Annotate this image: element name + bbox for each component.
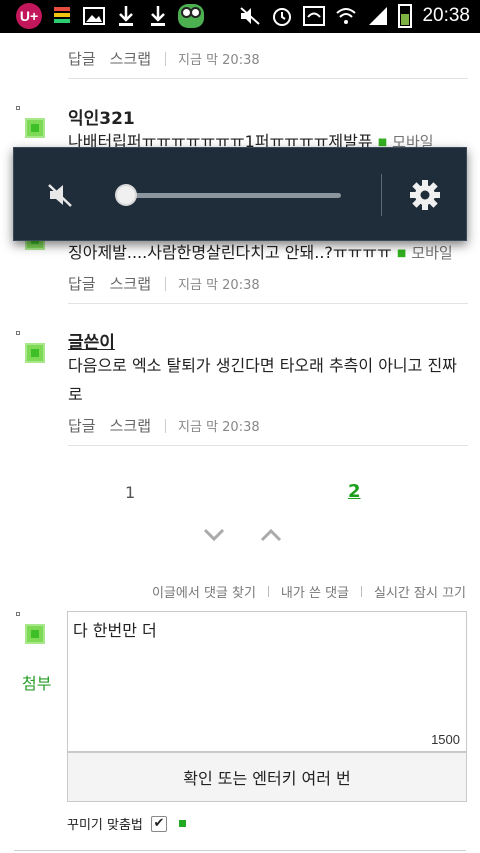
scrap-button[interactable]: 스크랩 xyxy=(110,415,151,436)
attach-button[interactable]: 첨부 xyxy=(22,670,51,694)
volume-slider-thumb[interactable] xyxy=(116,186,135,204)
mute-icon xyxy=(238,3,262,29)
reply-button[interactable]: 답글 xyxy=(68,48,96,69)
comment-actions: 답글 스크랩 지금 막 20:38 xyxy=(68,48,260,69)
comment-divider xyxy=(68,303,468,304)
status-bar-left: U+ xyxy=(16,3,204,29)
realtime-off-link[interactable]: 실시간 잠시 끄기 xyxy=(374,582,466,601)
divider xyxy=(267,586,269,597)
divider xyxy=(361,586,362,597)
alarm-icon xyxy=(270,3,294,29)
chevron-up-icon[interactable] xyxy=(260,528,282,542)
volume-mute-icon[interactable] xyxy=(44,178,78,212)
status-bar: U+ 20:38 xyxy=(0,0,480,33)
avatar xyxy=(16,612,46,646)
divider xyxy=(165,51,167,66)
find-comment-link[interactable]: 이글에서 댓글 찾기 xyxy=(152,582,256,601)
reply-button[interactable]: 답글 xyxy=(68,415,96,436)
comment-text-line: 징아제발....사람한명살린다치고 안돼..?ㅠㅠㅠㅠ xyxy=(68,243,392,262)
comment-links: 이글에서 댓글 찾기 내가 쓴 댓글 실시간 잠시 끄기 xyxy=(152,582,466,601)
comment-time: 지금 막 20:38 xyxy=(178,53,260,68)
comment-text: 다음으로 엑소 탈퇴가 생긴다면 타오래 추측이 아니고 진짜로 xyxy=(68,356,457,404)
storage-icon xyxy=(50,3,74,29)
comment-divider xyxy=(68,78,468,79)
chevron-down-icon[interactable] xyxy=(203,528,225,542)
page-link-1[interactable]: 1 xyxy=(125,483,135,502)
green-square-icon xyxy=(178,820,186,827)
comment-divider xyxy=(68,445,468,446)
mobile-tag: 모바일 xyxy=(397,244,453,262)
decorate-checkbox[interactable]: ✔ xyxy=(150,815,167,832)
char-counter: 1500 xyxy=(431,732,460,747)
frog-app-icon xyxy=(178,4,204,28)
status-bar-right: 20:38 xyxy=(238,3,470,29)
comment-input-value: 다 한번만 더 xyxy=(73,621,157,640)
decorate-label: 꾸미기 맞춤법 xyxy=(67,818,143,833)
uplus-icon: U+ xyxy=(16,3,42,29)
submit-button[interactable]: 확인 또는 엔터키 여러 번 xyxy=(67,752,467,802)
comment-time: 지금 막 20:38 xyxy=(178,420,260,435)
divider xyxy=(165,276,167,291)
divider xyxy=(14,850,466,851)
volume-panel xyxy=(13,147,467,241)
comment-time: 지금 막 20:38 xyxy=(178,278,260,293)
avatar xyxy=(16,331,46,365)
divider xyxy=(165,418,167,433)
scrap-button[interactable]: 스크랩 xyxy=(110,273,151,294)
wifi-icon xyxy=(334,3,358,29)
volume-slider[interactable] xyxy=(116,186,341,204)
decorate-row: 꾸미기 맞춤법 ✔ xyxy=(67,814,186,833)
reply-button[interactable]: 답글 xyxy=(68,273,96,294)
comment-input[interactable]: 다 한번만 더 1500 xyxy=(67,611,467,752)
comment-text: 징아제발....사람한명살린다치고 안돼..?ㅠㅠㅠㅠ 모바일 xyxy=(68,238,468,268)
gear-icon[interactable] xyxy=(408,178,442,212)
image-icon xyxy=(82,3,106,29)
comment-author[interactable]: 익인321 xyxy=(68,104,135,129)
page-link-2-current[interactable]: 2 xyxy=(348,481,361,502)
signal-icon xyxy=(366,3,390,29)
scrap-button[interactable]: 스크랩 xyxy=(110,48,151,69)
avatar xyxy=(16,106,46,140)
comment-actions: 답글 스크랩 지금 막 20:38 xyxy=(68,415,260,436)
battery-icon xyxy=(398,4,413,28)
download-icon xyxy=(114,3,138,29)
comment-author[interactable]: 글쓴이 xyxy=(68,328,115,353)
my-comments-link[interactable]: 내가 쓴 댓글 xyxy=(281,582,349,601)
download-icon xyxy=(146,3,170,29)
divider xyxy=(381,174,382,216)
comment-actions: 답글 스크랩 지금 막 20:38 xyxy=(68,273,260,294)
clock: 20:38 xyxy=(422,5,470,26)
wifi-data-icon xyxy=(302,3,326,29)
